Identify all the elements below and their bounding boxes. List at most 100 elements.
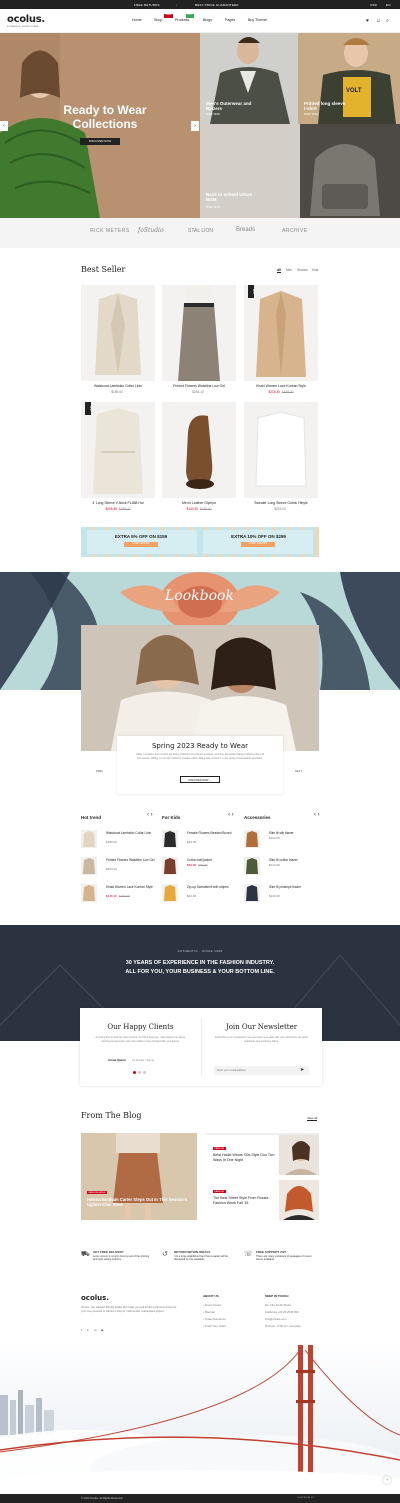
- lookbook-next[interactable]: NEXT: [295, 770, 302, 773]
- promo-right-text: EXTRA 10% OFF ON $299: [231, 534, 286, 539]
- product-image[interactable]: [162, 285, 236, 381]
- filter-women[interactable]: Women: [297, 268, 308, 272]
- list-item-name[interactable]: Printed Flowers Waistline Low Girl: [106, 858, 156, 862]
- list-item-name[interactable]: Khaki Women Lace Korean Style: [106, 885, 156, 889]
- blog-view-all[interactable]: View all: [307, 1116, 318, 1121]
- clients-newsletter-card: Our Happy Clients Amazing theme and top …: [80, 1008, 322, 1086]
- product-card[interactable]: Printed Flowers Waistline Low Girl $254.1…: [162, 285, 236, 400]
- slider-dot[interactable]: [138, 1071, 141, 1074]
- language-select[interactable]: EN: [386, 3, 391, 7]
- list-item-name[interactable]: Waistcoat Lambskin Collar Linin: [106, 831, 156, 835]
- product-name[interactable]: Printed Flowers Waistline Low Girl: [162, 384, 236, 388]
- filter-kids[interactable]: Kids: [312, 268, 318, 272]
- product-card[interactable]: NEW 4' Long Sleeve V-Neck PL688 Hot $205.4…: [81, 402, 155, 517]
- hero-next-arrow[interactable]: ›: [191, 121, 199, 131]
- filter-men[interactable]: Men: [286, 268, 292, 272]
- list-item-name[interactable]: Slim fit silk blazer: [269, 831, 319, 835]
- list-nav-arrows[interactable]: ‹ ›: [314, 812, 320, 818]
- list-nav-arrows[interactable]: ‹ ›: [228, 812, 234, 818]
- list-item-name[interactable]: Cotton twill jacket: [187, 858, 237, 862]
- blog-featured[interactable]: FASHION NEWS Helena Bonham Carter Steps …: [81, 1133, 197, 1220]
- footer-contact-line: California +00 23 2545 800: [265, 1310, 299, 1314]
- product-image[interactable]: [162, 402, 236, 498]
- footer-link[interactable]: › About Ocolus: [203, 1303, 221, 1307]
- newsletter-email-field[interactable]: ➤: [214, 1066, 309, 1075]
- list-nav-arrows[interactable]: ‹ ›: [147, 812, 153, 818]
- support-icon: ☏: [244, 1251, 253, 1258]
- list-item-name[interactable]: Slim fit pinstripe blazer: [269, 885, 319, 889]
- product-card[interactable]: Men's Leather Olympo $120.30 $199.40: [162, 402, 236, 517]
- list-item-image[interactable]: [162, 857, 178, 875]
- nav-blogs[interactable]: Blogs: [203, 18, 212, 22]
- footer-link[interactable]: › Track Your Order: [203, 1324, 226, 1328]
- list-item-image[interactable]: [81, 884, 97, 902]
- filter-all[interactable]: All: [277, 268, 282, 273]
- list-item-image[interactable]: [244, 830, 260, 848]
- product-image[interactable]: [81, 285, 155, 381]
- brand-logo[interactable]: ARCHIVE: [282, 228, 308, 234]
- blog-post-2[interactable]: FASHION The Best Street Style From Russi…: [205, 1180, 319, 1220]
- product-image[interactable]: [244, 285, 318, 381]
- wishlist-icon[interactable]: ♥: [366, 18, 369, 24]
- nav-pages[interactable]: Pages: [225, 18, 235, 22]
- list-item-image[interactable]: [244, 857, 260, 875]
- newsletter-desc: Subscribe to our newsletters now and sta…: [214, 1036, 309, 1043]
- blog-post-1[interactable]: FASHION Bella Hadid Wears '00s-Style Dio…: [205, 1133, 319, 1175]
- brand-logo[interactable]: Breads: [236, 227, 255, 233]
- email-input[interactable]: [217, 1067, 297, 1074]
- search-icon[interactable]: ⌕: [386, 18, 389, 24]
- hero-title: Ready to Wear Collections: [63, 103, 147, 131]
- brand-logo[interactable]: foStudio: [138, 227, 164, 234]
- promo-left-text: EXTRA 5% OFF ON $159: [114, 534, 168, 539]
- footer-link[interactable]: › Sitemap: [203, 1310, 215, 1314]
- feature-item: RETURN WITHIN 30DAYS It is a long establi…: [174, 1250, 228, 1261]
- footer-logo[interactable]: ocolus.: [81, 1294, 109, 1302]
- promo-left-code[interactable]: CODE: SO5OFF: [124, 542, 158, 547]
- list-item-name[interactable]: Female Flowers Beaded Boxed: [187, 831, 237, 835]
- hero-block-school[interactable]: Back to school Urban BGM SHOP NOW: [200, 124, 400, 218]
- social-icons[interactable]: f ✦ ◎ ▶: [81, 1328, 106, 1332]
- slider-dot[interactable]: [143, 1071, 146, 1074]
- lookbook-discover-button[interactable]: DISCOVER NOW →: [180, 776, 220, 783]
- product-card[interactable]: NEW Khaki Women Lace Korean Style $216.30 $…: [244, 285, 318, 400]
- list-item-name[interactable]: Zip-up Sweatshirt with stripes: [187, 885, 237, 889]
- nav-buy-theme[interactable]: Buy Theme!: [248, 18, 267, 22]
- brand-logo[interactable]: RICK METERS: [90, 228, 130, 234]
- footer-link[interactable]: › Trade Assurance: [203, 1317, 226, 1321]
- product-name[interactable]: Men's Leather Olympo: [162, 501, 236, 505]
- product-name[interactable]: Waistcoat Lambskin Collar Linin: [81, 384, 155, 388]
- promo-right-code[interactable]: CODE: SO10OFF: [241, 542, 275, 547]
- nav-products[interactable]: Products: [175, 18, 189, 22]
- account-icon[interactable]: ☺: [376, 18, 381, 24]
- list-item-image[interactable]: [81, 830, 97, 848]
- hero-block-tshirt[interactable]: VOLT Printed long sleeve t-shirt SHOP NO…: [298, 33, 400, 124]
- lookbook-prev[interactable]: PREV: [96, 770, 103, 773]
- list-item-name[interactable]: Slim fit cotton blazer: [269, 858, 319, 862]
- nav-home[interactable]: Home: [132, 18, 142, 22]
- product-name[interactable]: Sweater Long Sleeve Gothic Hthyle: [244, 501, 318, 505]
- list-item-price: $30.00 $32.00: [187, 863, 208, 867]
- product-image[interactable]: [244, 402, 318, 498]
- product-card[interactable]: Waistcoat Lambskin Collar Linin $189.00: [81, 285, 155, 400]
- hero-block-outerwear[interactable]: Men's Outerwear and Blazers SHOP NOW: [200, 33, 298, 124]
- product-image[interactable]: [81, 402, 155, 498]
- list-item-image[interactable]: [162, 884, 178, 902]
- list-item-image[interactable]: [162, 830, 178, 848]
- return-icon: ↺: [162, 1251, 168, 1258]
- site-logo[interactable]: ocolus.: [7, 14, 45, 25]
- lookbook-title: Spring 2023 Ready to Wear: [151, 742, 249, 750]
- hero-discover-button[interactable]: DISCOVER NOW: [80, 138, 120, 145]
- brand-logo[interactable]: STAL LION: [188, 228, 213, 234]
- product-card[interactable]: Sweater Long Sleeve Gothic Hthyle $215.00: [244, 402, 318, 517]
- product-name[interactable]: 4' Long Sleeve V-Neck PL688 Hot: [81, 501, 155, 505]
- list-item-price: $110.00: [269, 836, 280, 840]
- back-to-top-button[interactable]: ↑: [383, 1476, 391, 1484]
- currency-select[interactable]: USD: [370, 3, 377, 7]
- list-item-image[interactable]: [81, 857, 97, 875]
- hero-prev-arrow[interactable]: ‹: [0, 121, 8, 131]
- slider-dot-active[interactable]: [133, 1071, 136, 1074]
- list-item-image[interactable]: [244, 884, 260, 902]
- nav-shop[interactable]: Shop: [154, 18, 162, 22]
- send-icon[interactable]: ➤: [300, 1067, 304, 1073]
- product-name[interactable]: Khaki Women Lace Korean Style: [244, 384, 318, 388]
